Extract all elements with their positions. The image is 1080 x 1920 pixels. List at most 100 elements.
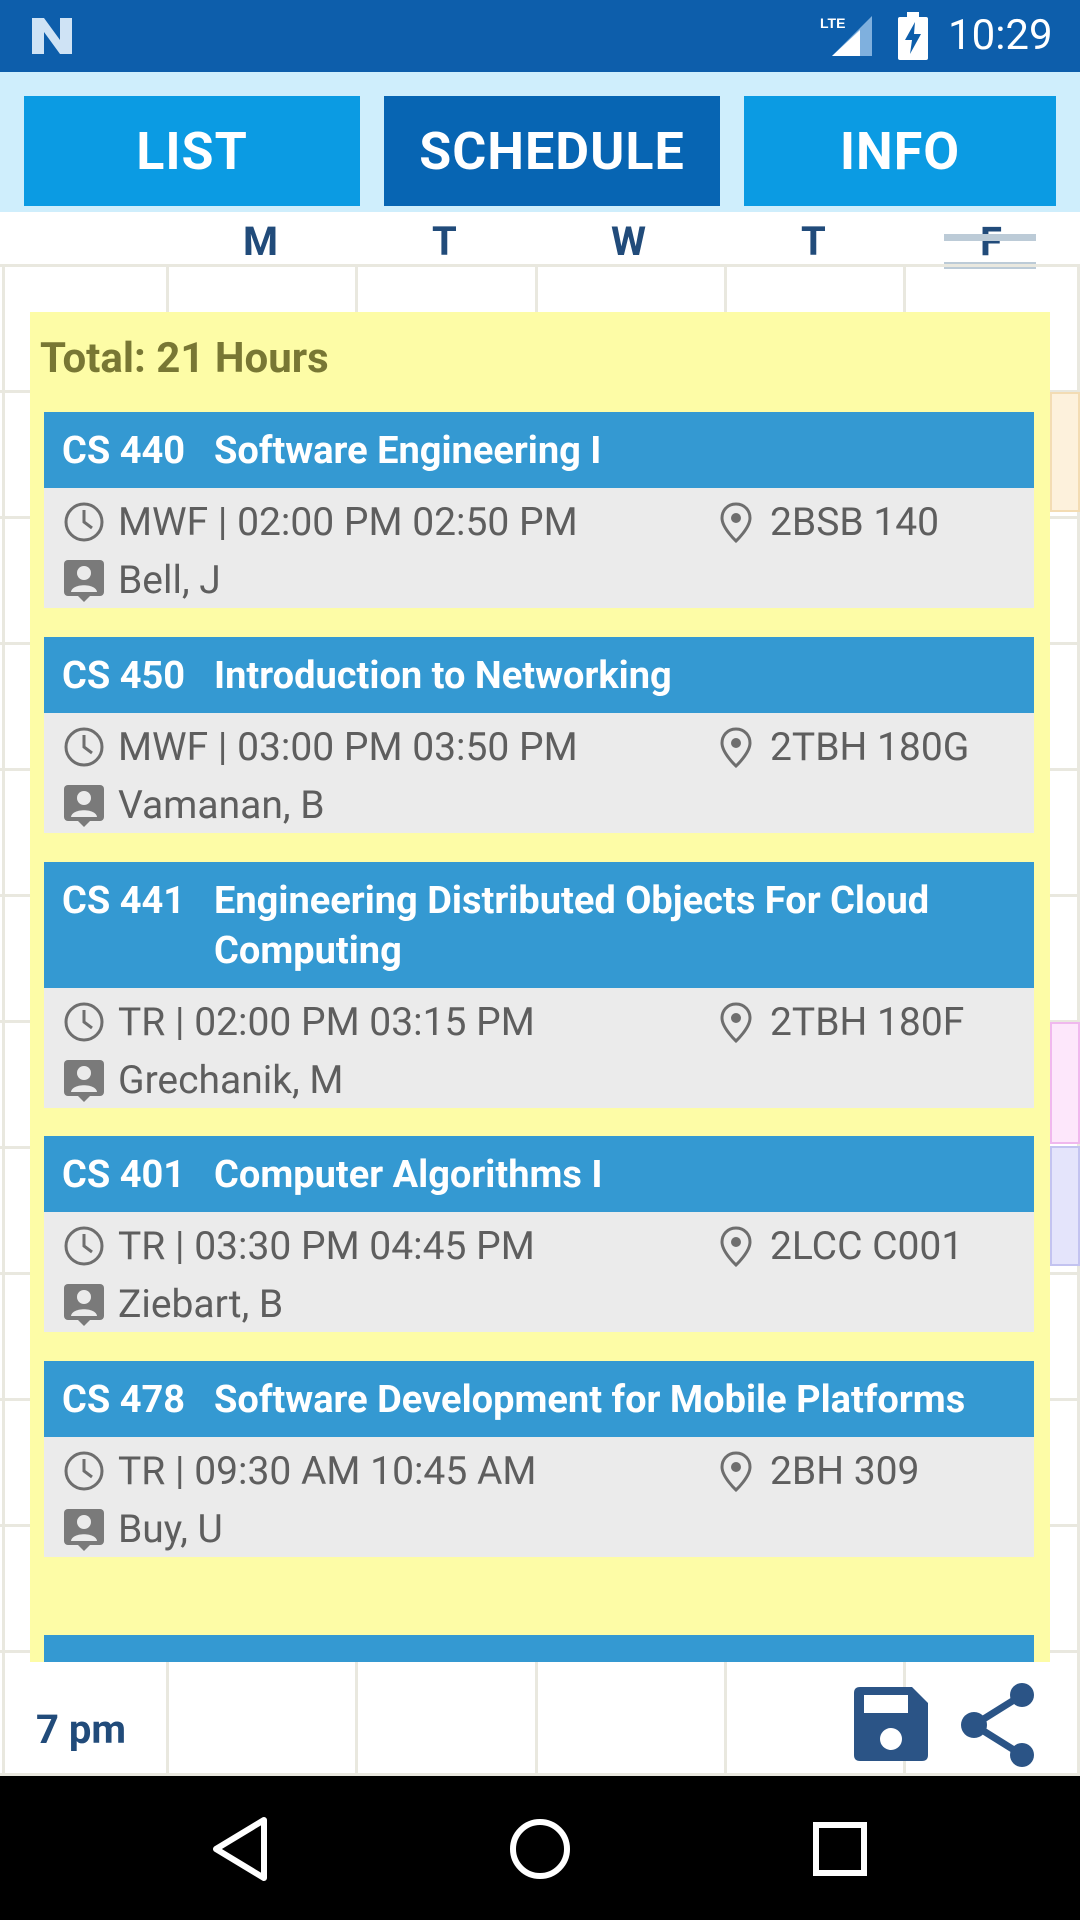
course-location-row: 2LCC C001 xyxy=(714,1218,963,1274)
person-icon xyxy=(64,1284,104,1326)
course-instructor-row: Vamanan, B xyxy=(62,777,325,833)
course-location: 2TBH 180F xyxy=(770,999,965,1045)
course-times: 09:30 AM 10:45 AM xyxy=(194,1448,537,1494)
tab-schedule[interactable]: SCHEDULE xyxy=(384,96,720,206)
course-location: 2LCC C001 xyxy=(770,1223,964,1269)
course-details: TR | 09:30 AM 10:45 AM 2BH 309 Buy, U xyxy=(44,1437,1034,1557)
back-icon[interactable] xyxy=(196,1804,286,1894)
course-details: TR | 02:00 PM 03:15 PM 2TBH 180F Grechan… xyxy=(44,988,1034,1108)
course-instructor: Bell, J xyxy=(118,557,221,603)
course-location: 2BH 309 xyxy=(770,1448,920,1494)
course-code: CS 441 xyxy=(62,879,186,923)
course-times: 02:00 PM 03:15 PM xyxy=(194,999,535,1045)
location-pin-icon xyxy=(720,1002,752,1044)
course-location-row: 2BH 309 xyxy=(714,1443,919,1499)
total-hours: Total: 21 Hours xyxy=(40,334,329,383)
tab-list[interactable]: LIST xyxy=(24,96,360,206)
course-header: CS 441 Engineering Distributed Objects F… xyxy=(44,862,1034,988)
course-title: Introduction to Networking xyxy=(214,654,672,698)
course-location-row: 2BSB 140 xyxy=(714,494,939,550)
navigation-bar xyxy=(0,1776,1080,1920)
course-location: 2TBH 180G xyxy=(770,724,970,770)
course-card[interactable]: CS 440 Software Engineering I MWF | 02:0… xyxy=(44,412,1034,608)
course-header: CS 450 Introduction to Networking xyxy=(44,637,1034,713)
lte-signal-icon: LTE xyxy=(820,15,872,56)
day-header-row: M T W T F xyxy=(0,212,1080,268)
course-title: Engineering Distributed Objects For Clou… xyxy=(214,879,930,973)
course-card-partial[interactable] xyxy=(44,1635,1034,1662)
course-time-row: TR | 03:30 PM 04:45 PM xyxy=(62,1218,535,1274)
course-days: MWF | xyxy=(118,499,228,545)
course-summary-panel: Total: 21 Hours CS 440 Software Engineer… xyxy=(30,312,1050,1662)
share-icon[interactable] xyxy=(956,1680,1040,1770)
course-code: CS 478 xyxy=(62,1378,186,1422)
svg-text:LTE: LTE xyxy=(820,15,845,31)
schedule-block[interactable] xyxy=(1050,1146,1080,1266)
course-details: MWF | 02:00 PM 02:50 PM 2BSB 140 Bell, J xyxy=(44,488,1034,608)
tab-info[interactable]: INFO xyxy=(744,96,1056,206)
course-card[interactable]: CS 478 Software Development for Mobile P… xyxy=(44,1361,1034,1557)
course-location-row: 2TBH 180G xyxy=(714,719,969,775)
person-icon xyxy=(64,785,104,827)
course-time-row: MWF | 02:00 PM 02:50 PM xyxy=(62,494,578,550)
grid-line xyxy=(0,264,1080,267)
course-code: CS 401 xyxy=(62,1153,186,1197)
course-time-row: TR | 09:30 AM 10:45 AM xyxy=(62,1443,536,1499)
grid-line xyxy=(2,264,5,1776)
schedule-block[interactable] xyxy=(1050,1022,1080,1144)
location-pin-icon xyxy=(720,502,752,544)
course-days: TR | xyxy=(118,1448,185,1494)
course-instructor-row: Grechanik, M xyxy=(62,1052,343,1108)
course-header: CS 401 Computer Algorithms I xyxy=(44,1136,1034,1212)
course-instructor: Vamanan, B xyxy=(118,782,325,828)
clock-icon xyxy=(64,1226,104,1266)
course-card[interactable]: CS 450 Introduction to Networking MWF | … xyxy=(44,637,1034,833)
clock-icon xyxy=(64,502,104,542)
course-header: CS 478 Software Development for Mobile P… xyxy=(44,1361,1034,1437)
location-pin-icon xyxy=(720,1226,752,1268)
course-card[interactable]: CS 401 Computer Algorithms I TR | 03:30 … xyxy=(44,1136,1034,1332)
course-details: TR | 03:30 PM 04:45 PM 2LCC C001 Ziebart… xyxy=(44,1212,1034,1332)
course-location: 2BSB 140 xyxy=(770,499,940,545)
course-header: CS 440 Software Engineering I xyxy=(44,412,1034,488)
course-instructor-row: Ziebart, B xyxy=(62,1276,283,1332)
course-instructor: Grechanik, M xyxy=(118,1057,344,1103)
course-times: 03:30 PM 04:45 PM xyxy=(194,1223,535,1269)
home-icon[interactable] xyxy=(495,1804,585,1894)
course-instructor-row: Buy, U xyxy=(62,1501,223,1557)
course-time-row: MWF | 03:00 PM 03:50 PM xyxy=(62,719,578,775)
tab-bar: LIST SCHEDULE INFO xyxy=(0,72,1080,212)
course-details: MWF | 03:00 PM 03:50 PM 2TBH 180G Vamana… xyxy=(44,713,1034,833)
day-label-wednesday: W xyxy=(611,218,646,265)
recents-icon[interactable] xyxy=(795,1804,885,1894)
clock-icon xyxy=(64,727,104,767)
course-time-row: TR | 02:00 PM 03:15 PM xyxy=(62,994,535,1050)
day-label-monday: M xyxy=(243,218,279,265)
person-icon xyxy=(64,1060,104,1102)
course-days: TR | xyxy=(118,999,185,1045)
course-times: 02:00 PM 02:50 PM xyxy=(237,499,578,545)
person-icon xyxy=(64,560,104,602)
course-title: Software Development for Mobile Platform… xyxy=(214,1378,966,1422)
clock-icon xyxy=(64,1002,104,1042)
course-instructor-row: Bell, J xyxy=(62,552,221,608)
save-icon[interactable] xyxy=(850,1683,932,1765)
course-days: TR | xyxy=(118,1223,185,1269)
course-instructor: Ziebart, B xyxy=(118,1281,284,1327)
n-logo-icon xyxy=(32,18,72,54)
course-location-row: 2TBH 180F xyxy=(714,994,964,1050)
day-label-tuesday: T xyxy=(432,218,457,265)
location-pin-icon xyxy=(720,727,752,769)
schedule-block[interactable] xyxy=(1050,392,1080,512)
menu-icon[interactable] xyxy=(944,234,1036,304)
course-card[interactable]: CS 441 Engineering Distributed Objects F… xyxy=(44,862,1034,1108)
course-code: CS 450 xyxy=(62,654,186,698)
course-instructor: Buy, U xyxy=(118,1506,223,1552)
course-days: MWF | xyxy=(118,724,228,770)
person-icon xyxy=(64,1509,104,1551)
course-code: CS 440 xyxy=(62,429,186,473)
clock-icon xyxy=(64,1451,104,1491)
course-times: 03:00 PM 03:50 PM xyxy=(237,724,578,770)
status-bar: LTE 10:29 xyxy=(0,0,1080,72)
day-label-thursday: T xyxy=(801,218,826,265)
